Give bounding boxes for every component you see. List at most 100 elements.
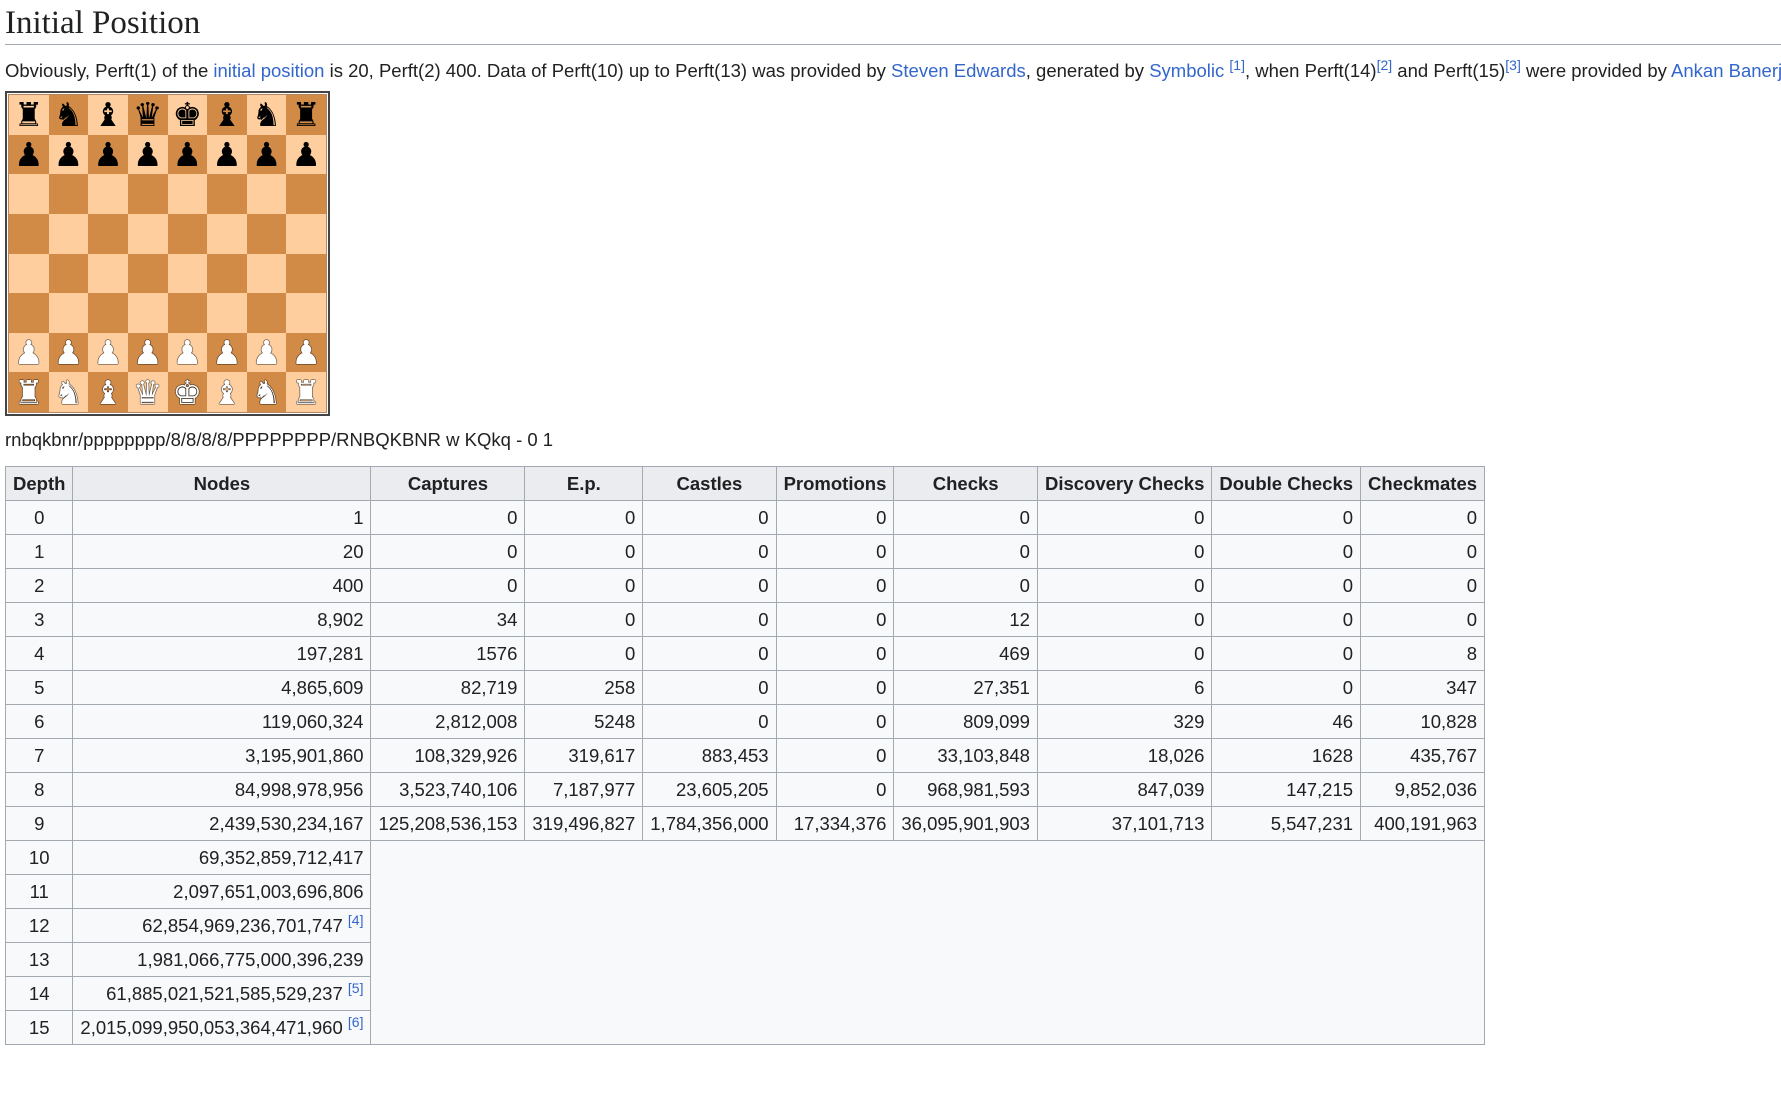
stat-cell: 82,719	[370, 670, 526, 705]
reference-link-1[interactable]: [1]	[1229, 57, 1245, 73]
stat-cell: 34	[370, 602, 526, 637]
stat-cell: 1,784,356,000	[642, 806, 777, 841]
board-square	[88, 213, 128, 254]
board-square: ♟	[207, 332, 247, 373]
nodes-cell: 61,885,021,521,585,529,237 [5]	[72, 976, 372, 1011]
empty-cell	[370, 840, 1486, 1045]
board-square	[246, 174, 287, 214]
section-heading: Initial Position	[5, 0, 1781, 45]
black-rook-icon: ♜	[291, 95, 321, 135]
stat-cell: 0	[893, 500, 1038, 535]
depth-cell: 2	[4, 568, 74, 603]
column-header: Checks	[893, 466, 1038, 501]
link-symbolic[interactable]: Symbolic	[1149, 60, 1224, 81]
board-square: ♟	[207, 134, 247, 175]
column-header: Checkmates	[1360, 466, 1486, 501]
white-queen-icon: ♛	[132, 372, 163, 412]
board-square: ♟	[286, 134, 326, 175]
stat-cell: 0	[1036, 602, 1213, 637]
intro-paragraph: Obviously, Perft(1) of the initial posit…	[5, 58, 1781, 84]
column-header: E.p.	[524, 466, 644, 501]
nodes-cell: 4,865,609	[72, 670, 372, 705]
reference-link[interactable]: [5]	[348, 979, 364, 995]
board-square: ♟	[9, 332, 49, 373]
stat-cell: 0	[1360, 568, 1486, 603]
stat-cell: 0	[775, 602, 895, 637]
link-steven-edwards[interactable]: Steven Edwards	[891, 60, 1026, 81]
stat-cell: 809,099	[893, 704, 1038, 739]
stat-cell: 17,334,376	[775, 806, 895, 841]
stat-cell: 27,351	[893, 670, 1038, 705]
board-square: ♞	[48, 372, 89, 412]
stat-cell: 37,101,713	[1036, 806, 1213, 841]
column-header: Nodes	[72, 466, 372, 501]
nodes-cell: 2,015,099,950,053,364,471,960 [6]	[72, 1010, 372, 1045]
board-square: ♚	[167, 372, 208, 412]
table-row: 7 3,195,901,860 108,329,926 319,617 883,453 0…	[4, 738, 1486, 773]
stat-cell: 6	[1036, 670, 1213, 705]
board-square	[127, 293, 168, 333]
depth-cell: 9	[4, 806, 74, 841]
black-knight-icon: ♞	[251, 95, 282, 135]
board-square: ♝	[88, 95, 128, 135]
depth-cell: 7	[4, 738, 74, 773]
stat-cell: 147,215	[1211, 772, 1362, 807]
stat-cell: 0	[370, 534, 526, 569]
stat-cell: 329	[1036, 704, 1213, 739]
stat-cell: 469	[893, 636, 1038, 671]
stat-cell: 0	[775, 704, 895, 739]
stat-cell: 0	[1036, 534, 1213, 569]
reference-link[interactable]: [6]	[348, 1013, 364, 1029]
stat-cell: 0	[775, 636, 895, 671]
stat-cell: 46	[1211, 704, 1362, 739]
board-square	[88, 253, 128, 294]
stat-cell: 883,453	[642, 738, 777, 773]
white-knight-icon: ♞	[53, 372, 84, 412]
chess-board: ♜ ♞ ♝ ♛ ♚ ♝ ♞ ♜ ♟ ♟ ♟ ♟ ♟ ♟ ♟ ♟ ♟ ♟ ♟ ♟ ♟ ♟ ♟ ♟ ♜ ♞ ♝ ♛ ♚ ♝ ♞ ♜	[8, 94, 327, 413]
board-square	[286, 253, 326, 294]
link-initial-position[interactable]: initial position	[213, 60, 324, 81]
black-queen-icon: ♛	[132, 95, 163, 135]
depth-cell: 8	[4, 772, 74, 807]
stat-cell: 0	[1211, 500, 1362, 535]
reference-link-2[interactable]: [2]	[1377, 57, 1393, 73]
board-square	[286, 293, 326, 333]
stat-cell: 0	[1211, 670, 1362, 705]
board-square: ♝	[88, 372, 128, 412]
stat-cell: 0	[775, 738, 895, 773]
link-ankan-banerjee[interactable]: Ankan Banerjee	[1671, 60, 1781, 81]
board-square: ♝	[207, 95, 247, 135]
board-square: ♞	[48, 95, 89, 135]
board-square	[127, 253, 168, 294]
board-square	[167, 293, 208, 333]
board-square: ♜	[9, 372, 49, 412]
table-header-row: Depth Nodes Captures E.p. Castles Promotions C…	[4, 466, 1486, 501]
board-square: ♞	[246, 95, 287, 135]
stat-cell: 0	[1211, 534, 1362, 569]
table-row: 9 2,439,530,234,167 125,208,536,153 319,496…	[4, 806, 1486, 841]
table-row: 0100000000	[4, 500, 1486, 535]
stat-cell: 12	[893, 602, 1038, 637]
reference-link[interactable]: [4]	[348, 911, 364, 927]
table-row: 5 4,865,609 82,719 258 0 0 27,351 6 0 347	[4, 670, 1486, 705]
white-pawn-icon: ♟	[172, 333, 203, 373]
board-square	[246, 213, 287, 254]
board-square	[9, 213, 49, 254]
nodes-value: 8,902	[317, 608, 364, 630]
nodes-cell: 2,439,530,234,167	[72, 806, 372, 841]
chess-board-frame: ♜ ♞ ♝ ♛ ♚ ♝ ♞ ♜ ♟ ♟ ♟ ♟ ♟ ♟ ♟ ♟ ♟ ♟ ♟ ♟ ♟ ♟ ♟ ♟ ♜ ♞ ♝ ♛ ♚ ♝ ♞ ♜	[5, 91, 330, 416]
board-square: ♝	[207, 372, 247, 412]
stat-cell: 0	[775, 568, 895, 603]
stat-cell: 319,617	[524, 738, 644, 773]
board-square: ♛	[127, 372, 168, 412]
reference-link-3[interactable]: [3]	[1505, 57, 1521, 73]
nodes-value: 3,195,901,860	[245, 744, 364, 766]
board-square	[207, 174, 247, 214]
nodes-value: 84,998,978,956	[234, 778, 364, 800]
nodes-value: 1,981,066,775,000,396,239	[137, 948, 364, 970]
board-square	[246, 293, 287, 333]
stat-cell: 0	[370, 500, 526, 535]
depth-cell: 13	[4, 942, 74, 977]
article-section: Initial Position Obviously, Perft(1) of …	[0, 0, 1781, 1045]
stat-cell: 0	[370, 568, 526, 603]
